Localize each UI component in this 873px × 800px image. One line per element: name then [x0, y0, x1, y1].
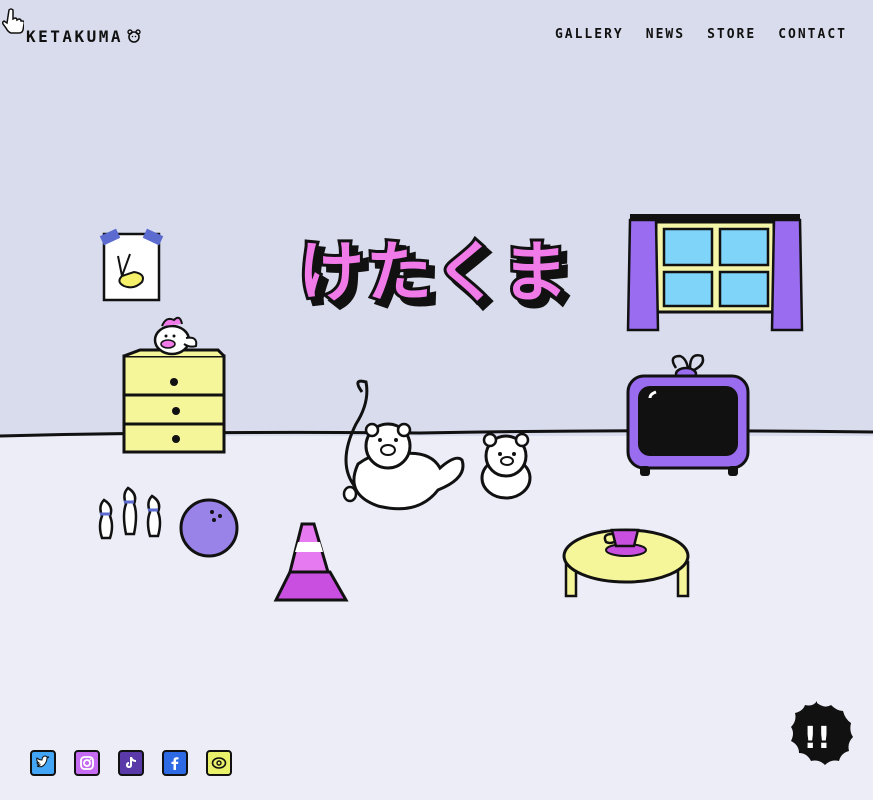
- nav-gallery[interactable]: GALLERY: [555, 27, 624, 42]
- dresser: [122, 348, 226, 454]
- social-links: [30, 750, 232, 776]
- twitter-icon: [36, 755, 50, 768]
- floating-alert-button[interactable]: !!: [779, 701, 855, 775]
- line-link[interactable]: [206, 750, 232, 776]
- nav-news[interactable]: NEWS: [646, 27, 685, 42]
- bowling-pins: [98, 486, 162, 540]
- pointer-cursor-icon: [2, 8, 24, 34]
- hero-title: けたくま けたくま けたくま: [295, 230, 583, 320]
- coffee-table: [562, 528, 690, 598]
- bear-face-icon: [127, 29, 141, 43]
- facebook-icon: [171, 757, 179, 770]
- peace-sign-poster: [99, 228, 164, 302]
- tiktok-icon: [126, 757, 136, 768]
- room-illustration: [0, 214, 873, 602]
- bear-character: [480, 432, 532, 500]
- traffic-cone: [273, 522, 349, 602]
- twitter-link[interactable]: [30, 750, 56, 776]
- tiktok-link[interactable]: [118, 750, 144, 776]
- nav-contact[interactable]: CONTACT: [778, 27, 847, 42]
- instagram-link[interactable]: [74, 750, 100, 776]
- exclamation-icon: !!: [803, 721, 830, 756]
- logo-text: KETAKUMA: [26, 26, 124, 46]
- hero-title-text: けたくま: [298, 234, 570, 311]
- line-icon: [211, 757, 227, 769]
- bowling-ball: [179, 498, 239, 558]
- television: [626, 354, 750, 476]
- window: [626, 214, 804, 332]
- facebook-link[interactable]: [162, 750, 188, 776]
- site-logo[interactable]: KETAKUMA: [26, 26, 141, 46]
- cat-character: [342, 379, 465, 511]
- main-nav: GALLERY NEWS STORE CONTACT: [555, 27, 847, 42]
- instagram-icon: [80, 756, 94, 770]
- nav-store[interactable]: STORE: [707, 27, 756, 42]
